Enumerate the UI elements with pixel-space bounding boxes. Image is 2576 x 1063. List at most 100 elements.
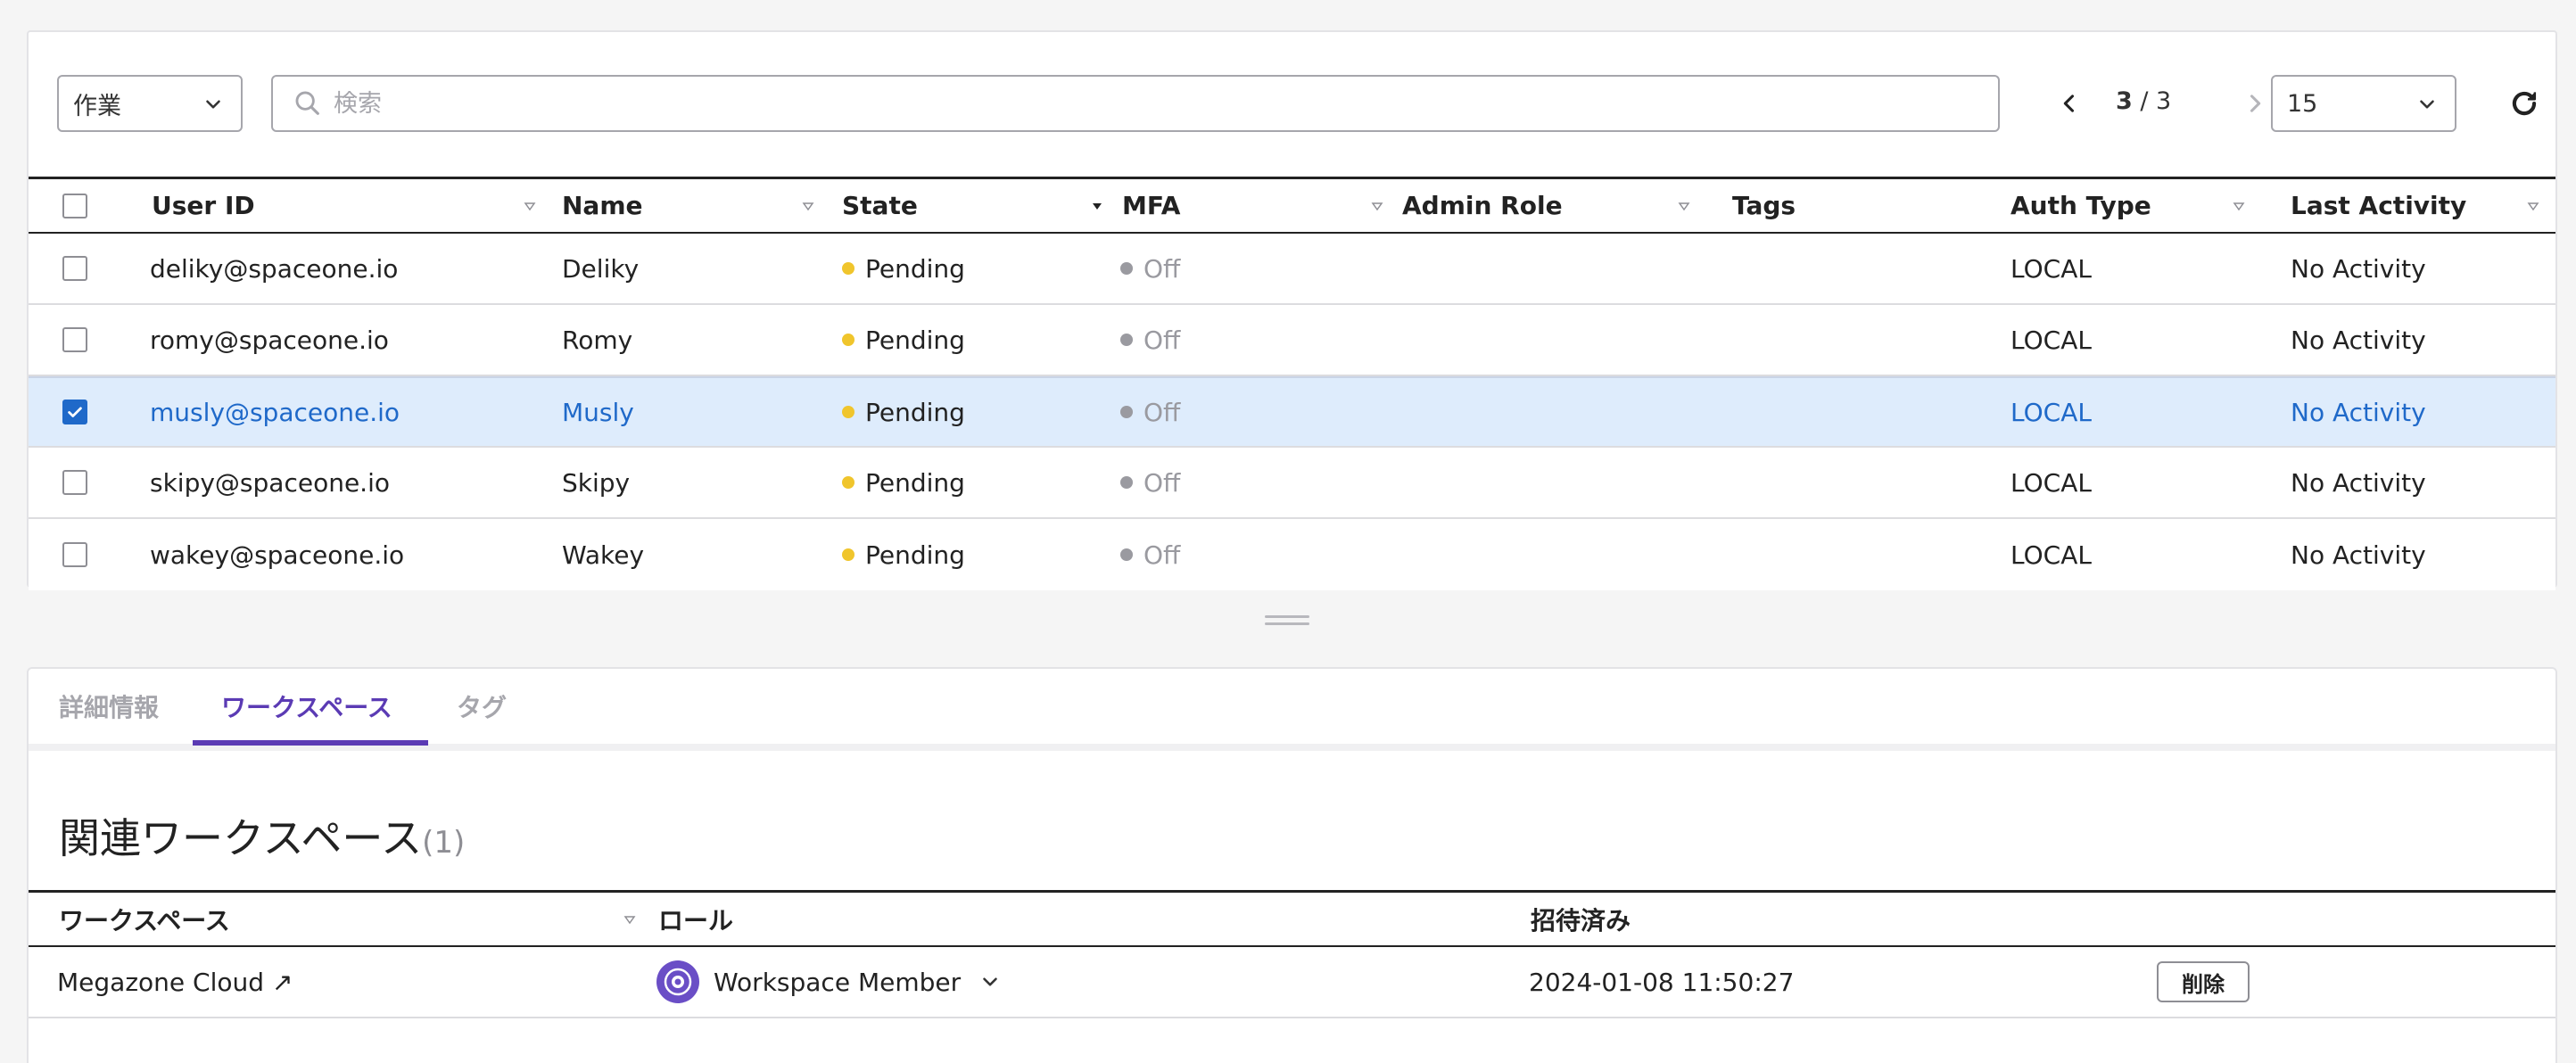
role-select[interactable]: Workspace Member — [656, 947, 1002, 1017]
user-list-card: 作業 3 / 3 15 User ID — [27, 30, 2557, 590]
table-row-selected[interactable]: musly@spaceone.io Musly Pending Off LOCA… — [29, 376, 2555, 448]
cell-user-id: wakey@spaceone.io — [150, 540, 405, 570]
row-checkbox-cell[interactable] — [62, 519, 87, 590]
row-checkbox[interactable] — [62, 327, 87, 352]
header-tags-label: Tags — [1732, 191, 1796, 220]
delete-cell: 削除 — [2157, 947, 2250, 1017]
select-all-checkbox[interactable] — [62, 193, 87, 218]
pending-status-dot — [842, 548, 855, 561]
refresh-button[interactable] — [2505, 84, 2544, 123]
cell-name: Romy — [562, 325, 633, 355]
sort-icon — [1371, 202, 1383, 211]
header-mfa[interactable]: MFA — [1122, 179, 1399, 232]
tab-workspaces[interactable]: ワークスペース — [221, 688, 392, 724]
chevron-right-icon — [2250, 95, 2261, 112]
invited-date: 2024-01-08 11:50:27 — [1529, 967, 1795, 997]
workspace-table: ワークスペース ロール 招待済み Megazone Cloud ↗ Worksp… — [29, 890, 2555, 1018]
table-row[interactable]: romy@spaceone.io Romy Pending Off LOCAL … — [29, 305, 2555, 376]
sort-icon — [1678, 202, 1690, 211]
off-status-dot — [1120, 334, 1133, 346]
action-select[interactable]: 作業 — [57, 75, 243, 132]
checkmark-icon — [68, 407, 82, 417]
table-row[interactable]: skipy@spaceone.io Skipy Pending Off LOCA… — [29, 448, 2555, 519]
row-checkbox[interactable] — [62, 470, 87, 495]
cell-mfa: Off — [1120, 234, 1180, 303]
user-table: User ID Name State MFA Admin Role Tags A… — [29, 177, 2555, 590]
cell-state: Pending — [842, 448, 965, 517]
page-current: 3 — [2116, 87, 2133, 115]
cell-mfa: Off — [1120, 305, 1180, 375]
role-glyph — [664, 968, 692, 996]
cell-last-activity: No Activity — [2291, 467, 2426, 498]
chevron-down-icon — [2420, 100, 2434, 109]
next-page-button[interactable] — [2237, 86, 2273, 121]
panel-resize-handle[interactable] — [1265, 615, 1309, 630]
cell-auth-type: LOCAL — [2010, 467, 2092, 498]
prev-page-button[interactable] — [2052, 86, 2087, 121]
cell-state: Pending — [842, 519, 965, 590]
header-state[interactable]: State — [842, 179, 1119, 232]
header-role-label: ロール — [658, 905, 734, 935]
cell-name: Wakey — [562, 540, 645, 570]
tab-details[interactable]: 詳細情報 — [59, 688, 159, 724]
handle-line — [1265, 615, 1309, 618]
tab-tags[interactable]: タグ — [457, 688, 507, 724]
header-user-id[interactable]: User ID — [152, 179, 553, 232]
header-last-activity[interactable]: Last Activity — [2291, 179, 2549, 232]
cell-name: Deliky — [562, 253, 640, 284]
cell-name: Musly — [562, 397, 634, 427]
header-workspace[interactable]: ワークスペース — [59, 893, 639, 945]
section-title-text: 関連ワークスペース — [59, 814, 423, 862]
search-input[interactable] — [334, 89, 1939, 118]
table-row[interactable]: deliky@spaceone.io Deliky Pending Off LO… — [29, 234, 2555, 305]
pending-status-dot — [842, 476, 855, 489]
cell-last-activity: No Activity — [2291, 253, 2426, 284]
cell-mfa: Off — [1120, 378, 1180, 446]
header-workspace-label: ワークスペース — [59, 905, 230, 935]
row-checkbox-checked[interactable] — [62, 400, 87, 424]
off-status-dot — [1120, 476, 1133, 489]
header-last-activity-label: Last Activity — [2291, 191, 2467, 220]
header-tags: Tags — [1732, 179, 2000, 232]
header-name[interactable]: Name — [562, 179, 830, 232]
header-auth-type[interactable]: Auth Type — [2010, 179, 2260, 232]
page-size-select[interactable]: 15 — [2271, 75, 2456, 132]
chevron-left-icon — [2063, 95, 2075, 112]
header-admin-role[interactable]: Admin Role — [1402, 179, 1705, 232]
select-all-cell[interactable] — [62, 179, 87, 232]
off-status-dot — [1120, 262, 1133, 275]
search-box[interactable] — [271, 75, 2000, 132]
sort-icon — [2527, 202, 2539, 211]
header-role: ロール — [658, 893, 733, 945]
cell-state: Pending — [842, 378, 965, 446]
cell-auth-type: LOCAL — [2010, 325, 2092, 355]
row-checkbox-cell[interactable] — [62, 448, 87, 517]
cell-state-text: Pending — [865, 467, 965, 498]
pending-status-dot — [842, 334, 855, 346]
header-invited: 招待済み — [1531, 893, 1631, 945]
row-checkbox-cell[interactable] — [62, 234, 87, 303]
sort-desc-icon — [1093, 203, 1102, 210]
cell-mfa-text: Off — [1144, 325, 1181, 355]
off-status-dot — [1120, 548, 1133, 561]
workspace-link[interactable]: Megazone Cloud ↗ — [57, 947, 293, 1017]
cell-name: Skipy — [562, 467, 631, 498]
pending-status-dot — [842, 262, 855, 275]
header-admin-role-label: Admin Role — [1402, 191, 1563, 220]
row-checkbox[interactable] — [62, 542, 87, 567]
cell-state-text: Pending — [865, 540, 965, 570]
cell-user-id: musly@spaceone.io — [150, 397, 400, 427]
cell-user-id: romy@spaceone.io — [150, 325, 389, 355]
header-auth-type-label: Auth Type — [2010, 191, 2151, 220]
cell-last-activity: No Activity — [2291, 397, 2426, 427]
row-checkbox[interactable] — [62, 256, 87, 281]
page-total: / 3 — [2132, 87, 2172, 115]
table-row[interactable]: wakey@spaceone.io Wakey Pending Off LOCA… — [29, 519, 2555, 590]
role-value: Workspace Member — [714, 967, 962, 997]
cell-auth-type: LOCAL — [2010, 397, 2092, 427]
row-checkbox-cell[interactable] — [62, 305, 87, 375]
delete-button[interactable]: 削除 — [2157, 961, 2250, 1002]
row-checkbox-cell[interactable] — [62, 378, 87, 446]
cell-state: Pending — [842, 305, 965, 375]
user-detail-card: 詳細情報 ワークスペース タグ 関連ワークスペース(1) ワークスペース ロール… — [27, 667, 2557, 1063]
